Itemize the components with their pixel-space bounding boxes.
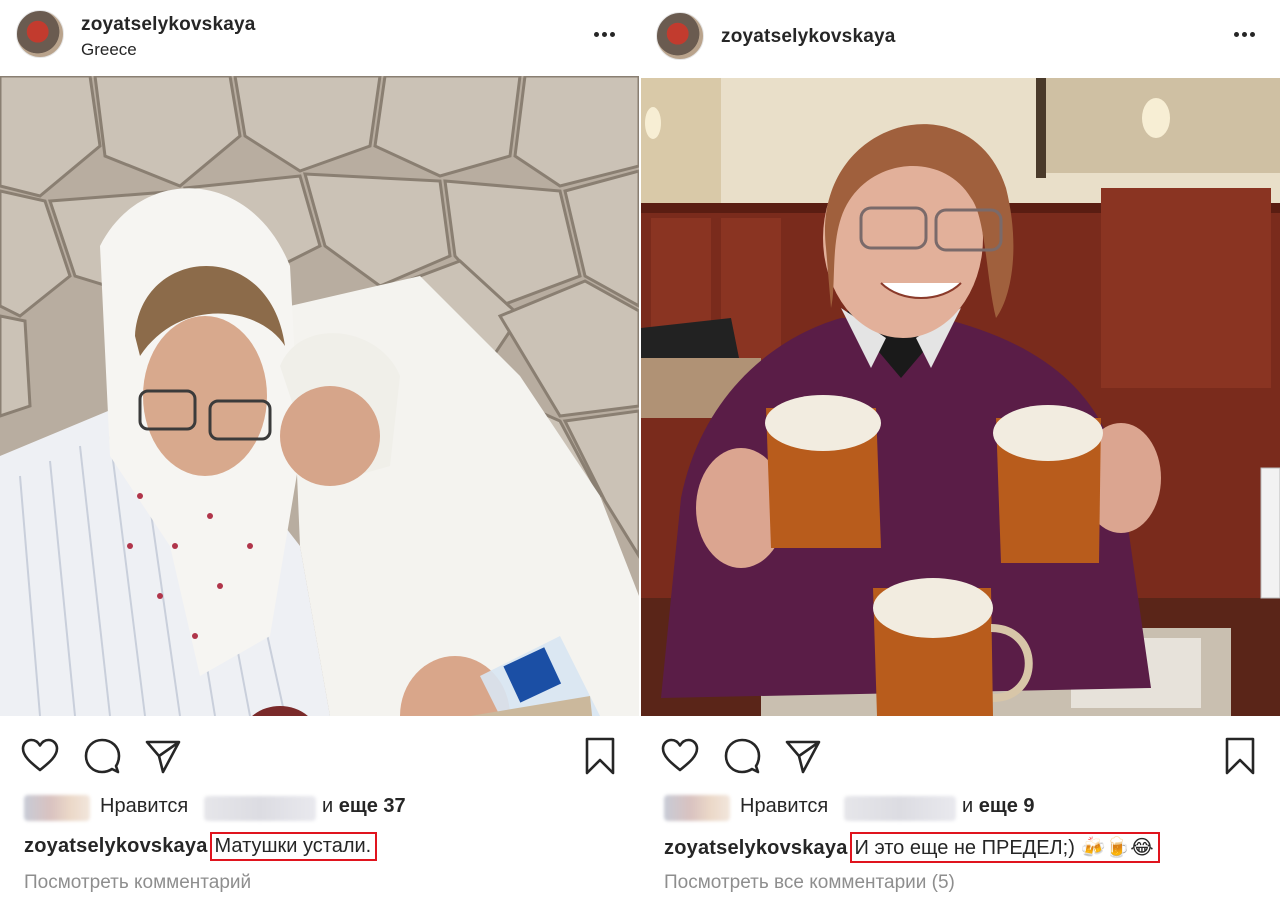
bookmark-icon[interactable]: [580, 736, 620, 776]
view-comments-link[interactable]: Посмотреть все комментарии (5): [664, 872, 955, 894]
more-options-icon[interactable]: [592, 24, 618, 44]
photo-woman-with-beer-mugs: [641, 78, 1280, 716]
caption-text: И это еще не ПРЕДЕЛ;) 🍻🍺😂: [849, 832, 1160, 863]
caption-username[interactable]: zoyatselykovskaya: [24, 835, 208, 857]
caption: zoyatselykovskaya И это еще не ПРЕДЕЛ;) 🍻…: [664, 832, 1160, 863]
likes-row: Нравится и еще 9: [664, 793, 1264, 823]
likes-and: и: [322, 795, 334, 817]
likes-row: Нравится и еще 37: [24, 793, 624, 823]
liker-name-blurred[interactable]: [844, 796, 956, 821]
post-actions: [640, 732, 1280, 778]
likes-and: и: [962, 795, 974, 817]
post-photo[interactable]: [641, 78, 1280, 716]
caption-text: Матушки устали.: [209, 832, 378, 861]
view-comments-link[interactable]: Посмотреть комментарий: [24, 872, 251, 894]
liker-name-blurred[interactable]: [204, 796, 316, 821]
caption: zoyatselykovskaya Матушки устали.: [24, 832, 378, 861]
photo-two-women-stone-wall: [0, 76, 639, 716]
post-left: zoyatselykovskaya Greece Нравится и еще …: [0, 0, 640, 897]
likes-prefix: Нравится: [740, 795, 829, 817]
likes-prefix: Нравится: [100, 795, 189, 817]
post-actions: [0, 732, 640, 778]
caption-username[interactable]: zoyatselykovskaya: [664, 837, 848, 859]
bookmark-icon[interactable]: [1220, 736, 1260, 776]
liker-avatars-blurred[interactable]: [664, 795, 730, 821]
post-header: zoyatselykovskaya: [640, 0, 1280, 76]
direct-share-icon[interactable]: [783, 736, 823, 776]
post-location[interactable]: Greece: [81, 40, 137, 60]
direct-share-icon[interactable]: [143, 736, 183, 776]
avatar[interactable]: [16, 10, 64, 58]
comment-icon[interactable]: [722, 736, 762, 776]
comment-icon[interactable]: [82, 736, 122, 776]
post-username[interactable]: zoyatselykovskaya: [81, 14, 256, 36]
post-right: zoyatselykovskaya Нравится и еще 9 zoyat…: [640, 0, 1280, 897]
likes-count[interactable]: и еще 37: [322, 795, 406, 818]
avatar[interactable]: [656, 12, 704, 60]
post-header: zoyatselykovskaya Greece: [0, 0, 640, 76]
likes-more: еще 37: [338, 795, 406, 817]
liker-avatars-blurred[interactable]: [24, 795, 90, 821]
post-photo[interactable]: [0, 76, 639, 716]
heart-icon[interactable]: [20, 736, 60, 776]
likes-more: еще 9: [978, 795, 1035, 817]
post-username[interactable]: zoyatselykovskaya: [721, 26, 896, 48]
heart-icon[interactable]: [660, 736, 700, 776]
more-options-icon[interactable]: [1232, 24, 1258, 44]
likes-count[interactable]: и еще 9: [962, 795, 1035, 818]
